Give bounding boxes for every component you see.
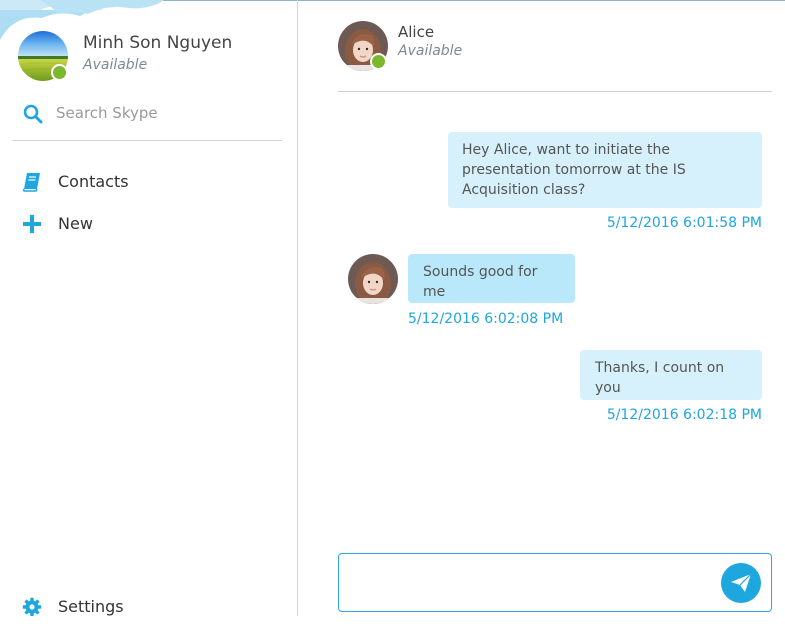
profile-status-dot <box>51 64 68 81</box>
message-sender-avatar <box>348 254 398 304</box>
skype-window: Minh Son Nguyen Available Contacts <box>0 0 785 631</box>
message-bubble-incoming: Sounds good for me <box>408 254 575 303</box>
message-input[interactable] <box>349 564 713 602</box>
gear-icon <box>22 597 42 616</box>
sidebar-item-settings[interactable]: Settings <box>12 593 282 616</box>
contact-status: Available <box>398 43 463 59</box>
profile-status: Available <box>83 57 148 73</box>
paper-plane-icon <box>731 573 752 592</box>
contact-status-dot <box>370 53 387 70</box>
sidebar: Minh Son Nguyen Available Contacts <box>0 0 298 616</box>
message-timestamp: 5/12/2016 6:02:18 PM <box>606 407 762 423</box>
plus-icon <box>23 215 41 233</box>
person-avatar-image <box>348 254 398 304</box>
send-button[interactable] <box>721 563 761 603</box>
sidebar-item-label: New <box>58 214 93 233</box>
search-bar <box>12 96 282 141</box>
sidebar-item-label: Contacts <box>58 172 129 191</box>
contact-name: Alice <box>398 23 435 41</box>
book-icon <box>22 173 40 192</box>
profile-name: Minh Son Nguyen <box>83 33 233 53</box>
message-timestamp: 5/12/2016 6:01:58 PM <box>606 215 762 231</box>
message-composer <box>338 553 772 612</box>
chat-header-divider <box>338 91 772 92</box>
sidebar-item-contacts[interactable]: Contacts <box>12 168 282 196</box>
message-bubble-outgoing: Hey Alice, want to initiate the presenta… <box>448 132 762 208</box>
message-bubble-outgoing: Thanks, I count on you <box>580 350 762 400</box>
sidebar-item-label: Settings <box>58 597 124 616</box>
search-icon[interactable] <box>23 104 43 124</box>
sidebar-item-new[interactable]: New <box>12 210 282 238</box>
search-input[interactable] <box>56 102 276 124</box>
message-timestamp: 5/12/2016 6:02:08 PM <box>408 311 564 327</box>
